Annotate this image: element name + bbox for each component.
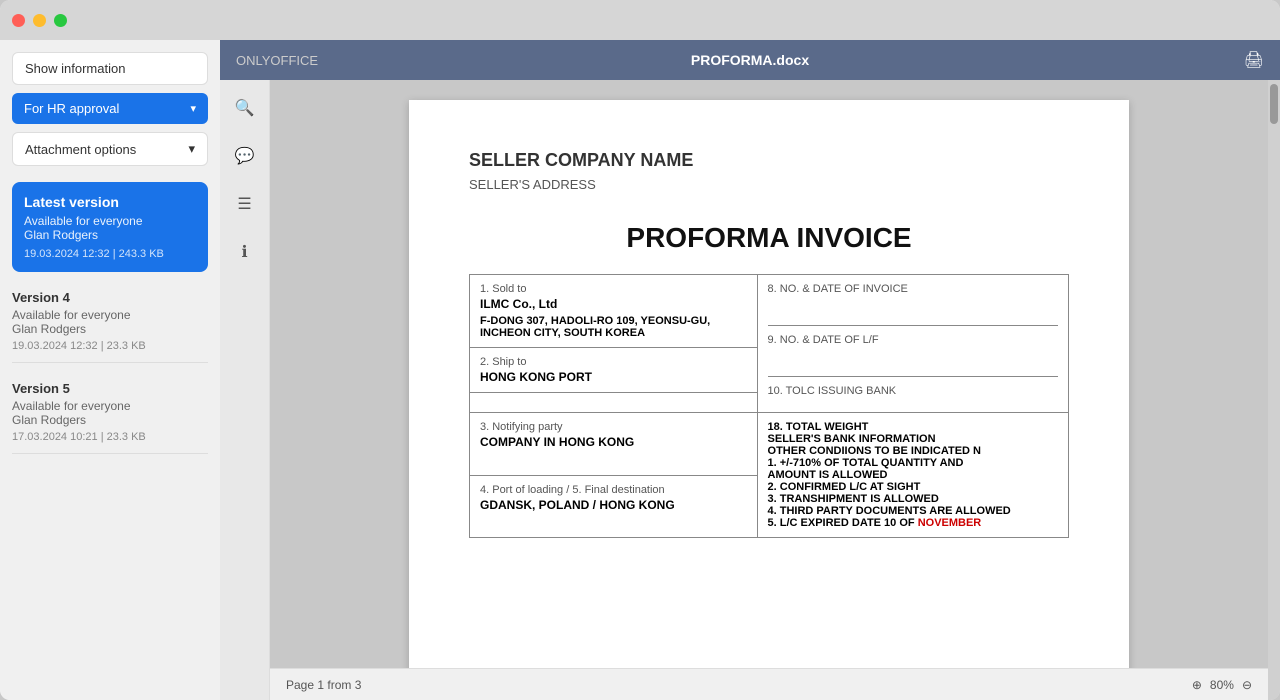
- document-page: SELLER COMPANY NAME SELLER'S ADDRESS PRO…: [409, 100, 1129, 668]
- version4-title: Version 4: [12, 290, 208, 305]
- version5-title: Version 5: [12, 381, 208, 396]
- seller-name: SELLER COMPANY NAME: [469, 150, 1069, 171]
- cell9-label: 9. NO. & DATE OF L/F: [768, 334, 1058, 346]
- cell4-label: 4. Port of loading / 5. Final destinatio…: [480, 484, 747, 496]
- app-window: Show information For HR approval ▾ Attac…: [0, 0, 1280, 700]
- close-button[interactable]: [12, 14, 25, 27]
- document-footer: Page 1 from 3 ⊕ 80% ⊖: [270, 668, 1268, 700]
- attachment-chevron-icon: ▾: [188, 141, 195, 157]
- version4-card[interactable]: Version 4 Available for everyone Glan Ro…: [12, 280, 208, 363]
- cell18-bank: SELLER'S BANK INFORMATION: [768, 433, 1058, 445]
- latest-version-author: Glan Rodgers: [24, 228, 196, 242]
- version4-subtitle: Available for everyone: [12, 308, 208, 322]
- invoice-table: 1. Sold to ILMC Co., Ltd F-DONG 307, HAD…: [469, 274, 1069, 538]
- cell18-qty: 1. +/-710% OF TOTAL QUANTITY AND: [768, 457, 1058, 469]
- list-icon: ☰: [237, 194, 251, 214]
- cell18-amount: AMOUNT IS ALLOWED: [768, 469, 1058, 481]
- cell-notifying: 3. Notifying party COMPANY IN HONG KONG: [470, 413, 758, 476]
- comment-icon-button[interactable]: 💬: [229, 140, 261, 172]
- show-information-button[interactable]: Show information: [12, 52, 208, 85]
- cell18-docs: 4. THIRD PARTY DOCUMENTS ARE ALLOWED: [768, 505, 1058, 517]
- hr-approval-dropdown[interactable]: For HR approval ▾: [12, 93, 208, 124]
- version5-author: Glan Rodgers: [12, 413, 208, 427]
- version5-subtitle: Available for everyone: [12, 399, 208, 413]
- maximize-button[interactable]: [54, 14, 67, 27]
- print-icon[interactable]: 🖨: [1244, 50, 1264, 70]
- header-bar: ONLYOFFICE PROFORMA.docx 🖨: [220, 40, 1280, 80]
- cell2-value: HONG KONG PORT: [480, 370, 747, 384]
- cell18-lc: 2. CONFIRMED L/C AT SIGHT: [768, 481, 1058, 493]
- cell3-value: COMPANY IN HONG KONG: [480, 435, 747, 449]
- scrollbar-thumb[interactable]: [1270, 84, 1278, 124]
- cell4-value: GDANSK, POLAND / HONG KONG: [480, 498, 747, 512]
- table-row: 1. Sold to ILMC Co., Ltd F-DONG 307, HAD…: [470, 275, 1069, 348]
- cell1-label: 1. Sold to: [480, 283, 747, 295]
- cell1-address: F-DONG 307, HADOLI-RO 109, YEONSU-GU, IN…: [480, 315, 747, 339]
- info-icon: ℹ: [241, 242, 247, 262]
- attachment-options-button[interactable]: Attachment options ▾: [12, 132, 208, 166]
- cell-empty: [470, 393, 758, 413]
- attachment-label: Attachment options: [25, 142, 136, 157]
- cell2-label: 2. Ship to: [480, 356, 747, 368]
- latest-version-title: Latest version: [24, 194, 196, 210]
- latest-version-card[interactable]: Latest version Available for everyone Gl…: [12, 182, 208, 272]
- cell-port: 4. Port of loading / 5. Final destinatio…: [470, 475, 758, 538]
- search-icon-button[interactable]: 🔍: [229, 92, 261, 124]
- page-info: Page 1 from 3: [286, 678, 361, 692]
- version4-author: Glan Rodgers: [12, 322, 208, 336]
- cell-right-top: 8. NO. & DATE OF INVOICE 9. NO. & DATE O…: [757, 275, 1068, 413]
- cell-conditions: 18. TOTAL WEIGHT SELLER'S BANK INFORMATI…: [757, 413, 1068, 538]
- zoom-out-icon[interactable]: ⊖: [1242, 678, 1252, 692]
- search-icon: 🔍: [235, 98, 255, 118]
- document-area: SELLER COMPANY NAME SELLER'S ADDRESS PRO…: [270, 80, 1268, 700]
- chevron-down-icon: ▾: [190, 102, 196, 115]
- seller-address: SELLER'S ADDRESS: [469, 177, 1069, 192]
- cell10-label: 10. TOLC ISSUING BANK: [768, 385, 1058, 397]
- list-icon-button[interactable]: ☰: [229, 188, 261, 220]
- cell1-value: ILMC Co., Ltd: [480, 297, 747, 311]
- titlebar: [0, 0, 1280, 40]
- comment-icon: 💬: [235, 146, 255, 166]
- cell-ship-to: 2. Ship to HONG KONG PORT: [470, 348, 758, 393]
- latest-version-subtitle: Available for everyone: [24, 214, 196, 228]
- cell-sold-to: 1. Sold to ILMC Co., Ltd F-DONG 307, HAD…: [470, 275, 758, 348]
- main-area: Show information For HR approval ▾ Attac…: [0, 40, 1280, 700]
- zoom-level: 80%: [1210, 678, 1234, 692]
- cell18-expired: 5. L/C EXPIRED DATE 10 OF NOVEMBER: [768, 517, 1058, 529]
- cell18-expired-pre: 5. L/C EXPIRED DATE 10 OF: [768, 517, 918, 529]
- document-title-header: PROFORMA.docx: [691, 52, 809, 68]
- app-name-label: ONLYOFFICE: [236, 53, 318, 68]
- minimize-button[interactable]: [33, 14, 46, 27]
- tool-icon-sidebar: 🔍 💬 ☰ ℹ: [220, 80, 270, 700]
- table-row: 3. Notifying party COMPANY IN HONG KONG …: [470, 413, 1069, 476]
- version5-meta: 17.03.2024 10:21 | 23.3 KB: [12, 431, 208, 443]
- hr-approval-label: For HR approval: [24, 101, 119, 116]
- version4-meta: 19.03.2024 12:32 | 23.3 KB: [12, 340, 208, 352]
- cell18-other: OTHER CONDIIONS TO BE INDICATED N: [768, 445, 1058, 457]
- cell18-expired-highlight: NOVEMBER: [918, 517, 982, 529]
- left-sidebar: Show information For HR approval ▾ Attac…: [0, 40, 220, 700]
- cell3-label: 3. Notifying party: [480, 421, 747, 433]
- zoom-controls: ⊕ 80% ⊖: [1192, 678, 1252, 692]
- version5-card[interactable]: Version 5 Available for everyone Glan Ro…: [12, 371, 208, 454]
- document-scroll[interactable]: SELLER COMPANY NAME SELLER'S ADDRESS PRO…: [270, 80, 1268, 668]
- cell18-trans: 3. TRANSHIPMENT IS ALLOWED: [768, 493, 1058, 505]
- latest-version-meta: 19.03.2024 12:32 | 243.3 KB: [24, 248, 196, 260]
- right-scrollbar[interactable]: [1268, 80, 1280, 700]
- cell18-label: 18. TOTAL WEIGHT: [768, 421, 1058, 433]
- cell8-label: 8. NO. & DATE OF INVOICE: [768, 283, 1058, 295]
- invoice-title: PROFORMA INVOICE: [469, 222, 1069, 254]
- content-right: ONLYOFFICE PROFORMA.docx 🖨 🔍 💬 ☰: [220, 40, 1280, 700]
- info-icon-button[interactable]: ℹ: [229, 236, 261, 268]
- zoom-in-icon[interactable]: ⊕: [1192, 678, 1202, 692]
